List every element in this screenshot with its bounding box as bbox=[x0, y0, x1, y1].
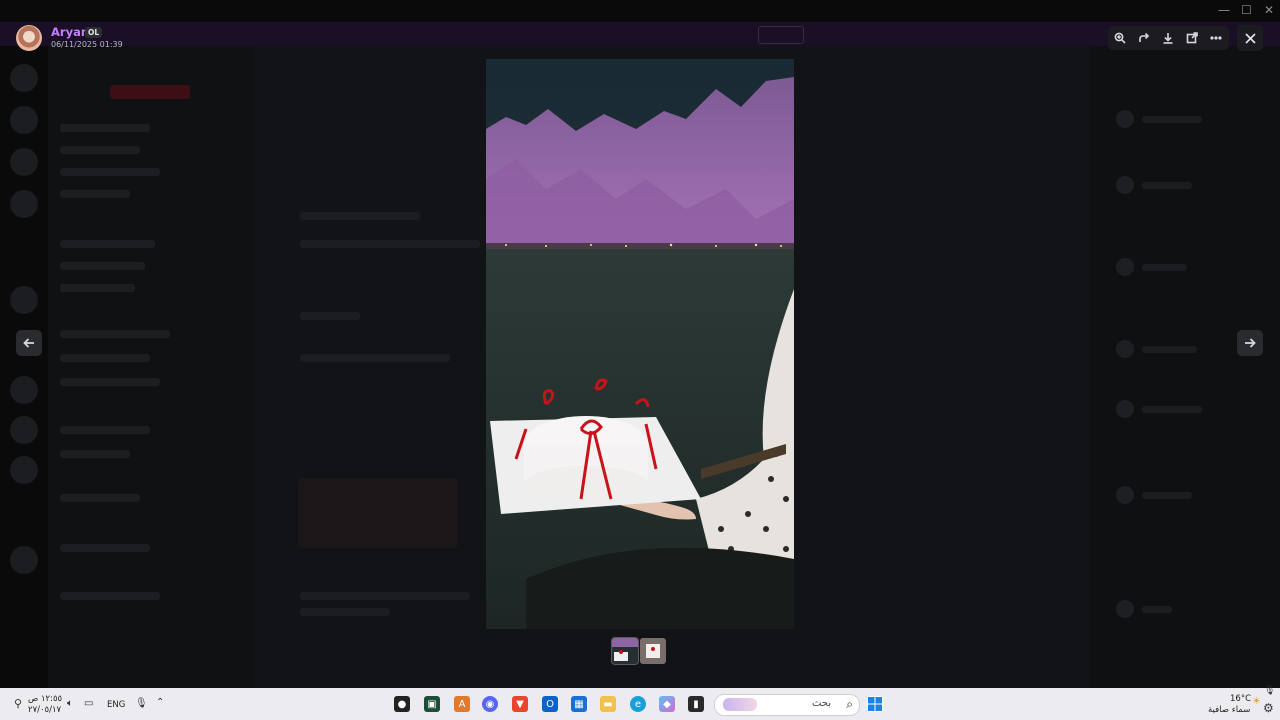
minimize-icon[interactable]: — bbox=[1218, 3, 1230, 17]
author-avatar[interactable] bbox=[16, 25, 42, 51]
member-avatar[interactable] bbox=[1116, 400, 1134, 418]
chat-message-line bbox=[300, 240, 480, 248]
server-icon[interactable] bbox=[10, 64, 38, 92]
window-titlebar: — ☐ ✕ bbox=[0, 0, 1280, 22]
member-avatar[interactable] bbox=[1116, 258, 1134, 276]
notice-banner-button[interactable] bbox=[758, 26, 804, 44]
member-name[interactable] bbox=[1142, 264, 1187, 271]
zoom-in-icon[interactable] bbox=[1108, 26, 1132, 50]
edge-icon[interactable]: e bbox=[630, 696, 646, 712]
weather-temp[interactable]: 16°C bbox=[1230, 694, 1251, 704]
member-avatar[interactable] bbox=[1116, 340, 1134, 358]
microphone-icon[interactable]: 🎙︎ bbox=[135, 698, 148, 709]
chat-message-line bbox=[300, 212, 420, 220]
server-icon[interactable] bbox=[10, 148, 38, 176]
channel-row[interactable] bbox=[60, 450, 130, 458]
member-name[interactable] bbox=[1142, 116, 1202, 123]
volume-icon[interactable]: 🔈︎ bbox=[67, 698, 73, 709]
member-avatar[interactable] bbox=[1116, 600, 1134, 618]
download-icon[interactable] bbox=[1156, 26, 1180, 50]
weather-icon[interactable]: ☀︎ bbox=[1252, 696, 1261, 707]
search-highlight-icon bbox=[723, 698, 757, 711]
thumbnail-2[interactable] bbox=[640, 638, 666, 664]
chat-message-line bbox=[300, 354, 450, 362]
server-icon[interactable] bbox=[10, 286, 38, 314]
channel-row[interactable] bbox=[60, 354, 150, 362]
member-avatar[interactable] bbox=[1116, 176, 1134, 194]
close-icon[interactable] bbox=[1237, 25, 1263, 51]
search-icon: ⌕ bbox=[846, 697, 853, 711]
search-placeholder: بحث bbox=[811, 698, 831, 709]
arrow-right-icon[interactable] bbox=[1237, 330, 1263, 356]
channel-row[interactable] bbox=[60, 378, 160, 386]
copilot-icon[interactable]: ◆ bbox=[659, 696, 675, 712]
chevron-up-icon[interactable]: ⌃ bbox=[156, 697, 164, 708]
chat-image-attachment[interactable] bbox=[298, 478, 458, 548]
thumbnail-1[interactable] bbox=[611, 637, 639, 665]
share-forward-icon[interactable] bbox=[1132, 26, 1156, 50]
channel-row[interactable] bbox=[60, 426, 150, 434]
weather-desc[interactable]: سماء صافية bbox=[1208, 705, 1250, 715]
member-name[interactable] bbox=[1142, 182, 1192, 189]
server-icon[interactable] bbox=[10, 456, 38, 484]
server-list bbox=[0, 46, 48, 688]
post-timestamp: 06/11/2025 01:39 bbox=[51, 40, 123, 49]
member-name[interactable] bbox=[1142, 492, 1192, 499]
display-icon[interactable]: ▭ bbox=[84, 698, 93, 709]
cake-app-icon[interactable]: ● bbox=[394, 696, 410, 712]
channel-row[interactable] bbox=[60, 494, 140, 502]
window-close-icon[interactable]: ✕ bbox=[1264, 3, 1274, 17]
channel-row[interactable] bbox=[60, 240, 155, 248]
language-indicator[interactable]: ENG bbox=[107, 700, 125, 710]
channel-row[interactable] bbox=[60, 124, 150, 132]
channel-row[interactable] bbox=[60, 284, 135, 292]
channel-row[interactable] bbox=[60, 592, 160, 600]
member-name[interactable] bbox=[1142, 606, 1172, 613]
server-icon[interactable] bbox=[10, 376, 38, 404]
author-badge: OL bbox=[85, 27, 103, 38]
member-avatar[interactable] bbox=[1116, 486, 1134, 504]
clock-date[interactable]: ٢٧/٠٥/١٧ bbox=[28, 705, 61, 715]
taskbar-search[interactable]: بحث ⌕ bbox=[714, 694, 860, 716]
chat-message-line bbox=[300, 608, 390, 616]
channel-row[interactable] bbox=[60, 262, 145, 270]
outlook-icon[interactable]: O bbox=[542, 696, 558, 712]
open-external-icon[interactable] bbox=[1180, 26, 1204, 50]
store-icon[interactable]: ▦ bbox=[571, 696, 587, 712]
discord-icon[interactable]: ◉ bbox=[482, 696, 498, 712]
member-avatar[interactable] bbox=[1116, 110, 1134, 128]
arrow-left-icon[interactable] bbox=[16, 330, 42, 356]
clock-time[interactable]: ١٢:٥٥ ص bbox=[28, 694, 62, 704]
notice-banner bbox=[0, 22, 1280, 46]
server-icon[interactable] bbox=[10, 190, 38, 218]
member-name[interactable] bbox=[1142, 346, 1197, 353]
office-icon[interactable]: A bbox=[454, 696, 470, 712]
more-icon[interactable] bbox=[1204, 26, 1228, 50]
viewed-photo[interactable] bbox=[486, 59, 794, 629]
channel-row[interactable] bbox=[60, 190, 130, 198]
channel-row[interactable] bbox=[60, 330, 170, 338]
chat-message-line bbox=[300, 312, 360, 320]
start-icon[interactable] bbox=[867, 696, 883, 712]
notification-mic-icon[interactable]: 🎙︎ bbox=[1264, 686, 1275, 696]
channel-highlight bbox=[110, 85, 190, 99]
brave-icon[interactable]: ▼ bbox=[512, 696, 528, 712]
chat-message-line bbox=[300, 592, 470, 600]
photo-cake-by-sea bbox=[486, 59, 794, 629]
channel-row[interactable] bbox=[60, 544, 150, 552]
channel-row[interactable] bbox=[60, 168, 160, 176]
channel-row[interactable] bbox=[60, 146, 140, 154]
maximize-icon[interactable]: ☐ bbox=[1241, 3, 1252, 17]
settings-icon[interactable]: ⚙︎ bbox=[1263, 701, 1274, 715]
network-icon[interactable]: ⚲ bbox=[14, 697, 22, 710]
server-icon[interactable] bbox=[10, 106, 38, 134]
server-icon[interactable] bbox=[10, 416, 38, 444]
server-icon[interactable] bbox=[10, 546, 38, 574]
member-name[interactable] bbox=[1142, 406, 1202, 413]
terminal-icon[interactable]: ▣ bbox=[424, 696, 440, 712]
member-list bbox=[1090, 46, 1280, 688]
dark-app-icon[interactable]: ▮ bbox=[688, 696, 704, 712]
file-explorer-icon[interactable]: ▬ bbox=[600, 696, 616, 712]
